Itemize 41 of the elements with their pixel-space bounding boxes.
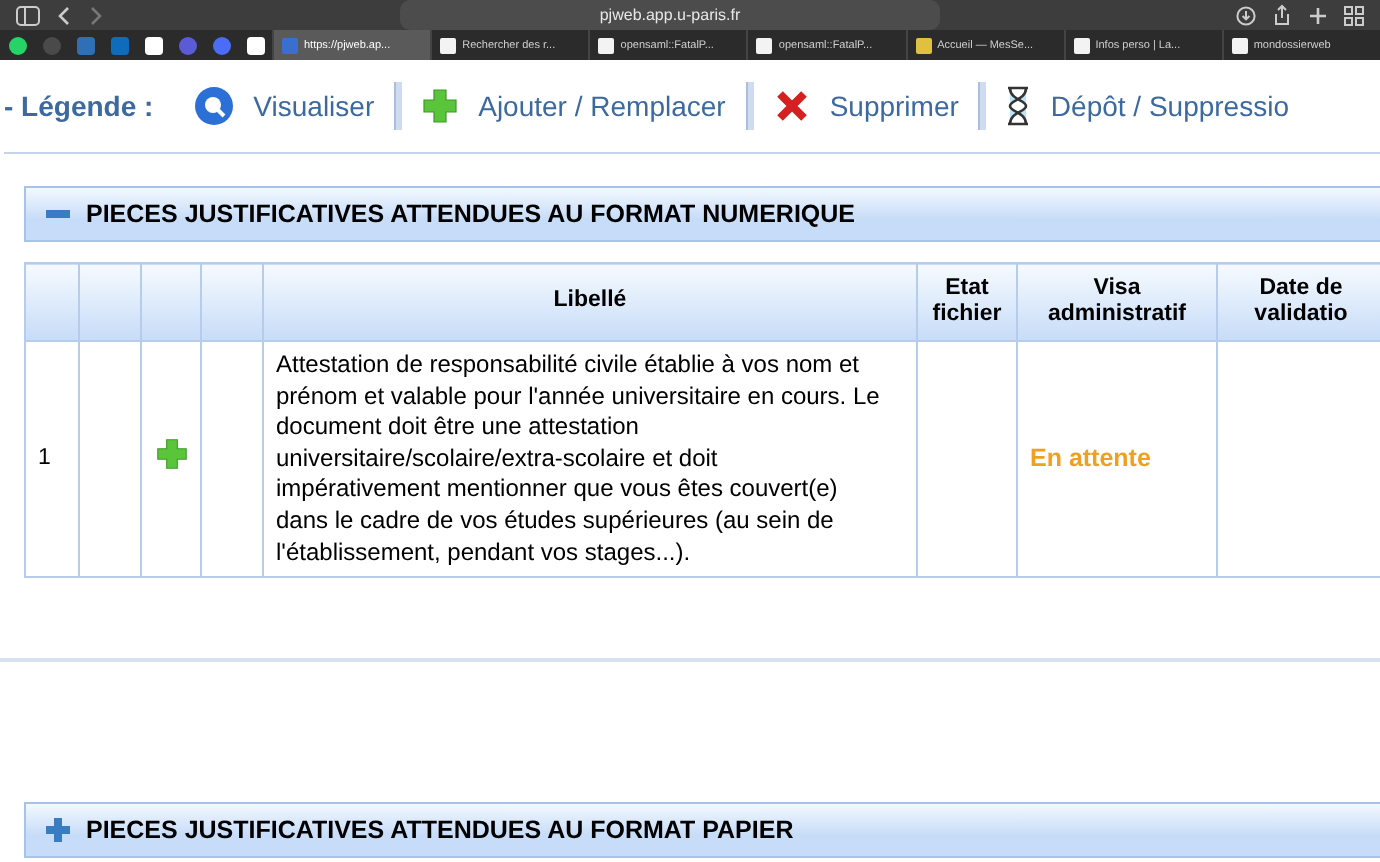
section-title: PIECES JUSTIFICATIVES ATTENDUES AU FORMAT NUMERIQUE — [86, 200, 856, 228]
description-cell: Attestation de responsabilité civile établie à vos nom et prénom et valable pour l'année universitaire en cours. Le document doit être une attestation universitaire/scolaire/extra-scolaire et doit impérativement mentionner que vous êtes couvert(e) dans le cadre de vos études supérieures (au sein de l'établissement, pendant vos stages...). — [263, 341, 917, 578]
sidebar-icon[interactable] — [16, 5, 40, 25]
legend-text: Supprimer — [829, 90, 959, 122]
forward-icon[interactable] — [88, 5, 104, 25]
column-header — [79, 263, 141, 341]
favicon-icon — [282, 37, 298, 53]
column-header — [25, 263, 79, 341]
section-header[interactable]: PIECES JUSTIFICATIVES ATTENDUES AU FORMAT NUMERIQUE — [24, 186, 1380, 242]
back-icon[interactable] — [56, 5, 72, 25]
legend-text: Dépôt / Suppressio — [1050, 90, 1289, 122]
add-icon — [155, 438, 187, 471]
cross-icon — [773, 88, 810, 124]
plus-icon — [46, 818, 70, 843]
favicon-icon — [598, 37, 615, 53]
column-header — [201, 263, 263, 341]
column-header: Date de validatio — [1217, 263, 1380, 341]
section-title: PIECES JUSTIFICATIVES ATTENDUES AU FORMAT PAPIER — [86, 816, 794, 845]
favicon-icon — [756, 37, 773, 53]
grid-icon[interactable] — [1344, 5, 1364, 25]
magnifier-icon — [193, 86, 234, 126]
legend-label: - Légende : — [4, 90, 154, 122]
share-icon[interactable] — [1272, 4, 1292, 26]
favicon-icon — [915, 37, 932, 53]
column-header: Visa administratif — [1017, 263, 1217, 341]
column-header: Etat fichier — [917, 263, 1017, 341]
favicon-icon — [440, 37, 457, 53]
table-cell: 1 — [25, 341, 79, 578]
legend-text: Ajouter / Remplacer — [478, 90, 726, 122]
plus-icon[interactable] — [1308, 5, 1328, 25]
minus-icon — [46, 209, 70, 219]
status-text: En attente — [1030, 444, 1151, 473]
address-bar[interactable]: pjweb.app.u-paris.fr — [400, 0, 940, 30]
legend-text: Visualiser — [253, 90, 375, 122]
hourglass-icon — [1006, 86, 1031, 126]
favicon-icon — [1073, 37, 1090, 53]
column-header: Libellé — [263, 263, 917, 341]
plus-icon — [422, 88, 459, 124]
favicon-icon — [1231, 37, 1248, 53]
section-header[interactable]: PIECES JUSTIFICATIVES ATTENDUES AU FORMAT PAPIER — [24, 802, 1380, 859]
download-icon[interactable] — [1236, 5, 1256, 25]
